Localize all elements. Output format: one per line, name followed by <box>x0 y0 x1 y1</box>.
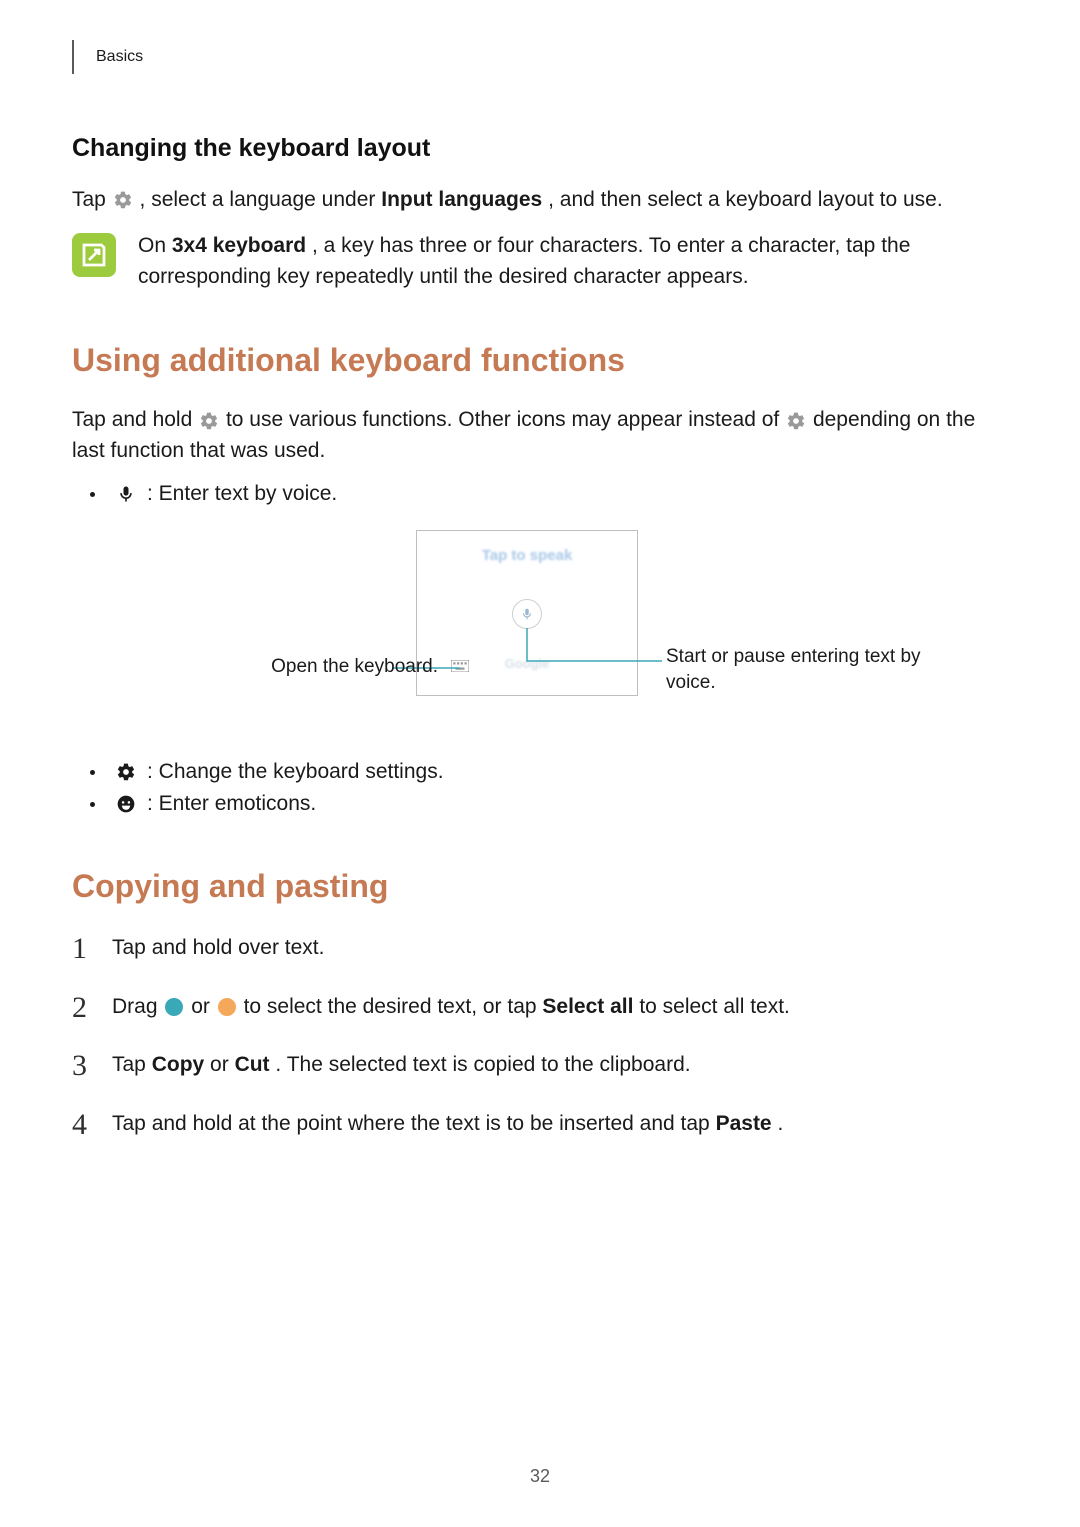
mic-icon <box>115 483 137 505</box>
bullet-voice: : Enter text by voice. <box>90 482 1008 506</box>
bullet-dot <box>90 770 95 775</box>
layout-paragraph: Tap , select a language under Input lang… <box>72 185 1008 215</box>
bullet-text: : Enter emoticons. <box>147 792 316 816</box>
text-fragment: to select all text. <box>639 995 790 1018</box>
text-fragment: or <box>210 1053 235 1076</box>
step-4: Tap and hold at the point where the text… <box>72 1109 1008 1139</box>
text-fragment: , and then select a keyboard layout to u… <box>548 188 943 211</box>
bold-paste: Paste <box>716 1112 772 1135</box>
step-3: Tap Copy or Cut . The selected text is c… <box>72 1050 1008 1080</box>
text-fragment: Tap and hold <box>72 408 198 431</box>
heading-additional-functions: Using additional keyboard functions <box>72 342 1008 379</box>
subheading-changing-layout: Changing the keyboard layout <box>72 134 1008 163</box>
gear-icon <box>198 410 220 432</box>
copy-paste-steps: Tap and hold over text. Drag or to selec… <box>72 933 1008 1139</box>
diagram-mic-button <box>512 599 542 629</box>
text-fragment: Tap <box>72 188 112 211</box>
bold-copy: Copy <box>152 1053 205 1076</box>
bullet-settings: : Change the keyboard settings. <box>90 760 1008 784</box>
text-fragment: Drag <box>112 995 163 1018</box>
bold-input-languages: Input languages <box>381 188 542 211</box>
text-fragment: . <box>777 1112 783 1135</box>
page-number: 32 <box>530 1466 550 1487</box>
bullet-text: : Enter text by voice. <box>147 482 337 506</box>
section-header: Basics <box>72 40 1008 74</box>
text-fragment: . The selected text is copied to the cli… <box>275 1053 690 1076</box>
text-fragment: , select a language under <box>140 188 382 211</box>
header-divider <box>72 40 74 74</box>
bold-select-all: Select all <box>542 995 633 1018</box>
text-fragment: to use various functions. Other icons ma… <box>226 408 785 431</box>
gear-icon <box>785 410 807 432</box>
heading-copy-paste: Copying and pasting <box>72 868 1008 905</box>
callout-open-keyboard: Open the keyboard. <box>271 656 438 678</box>
gear-icon <box>115 761 137 783</box>
smiley-icon <box>115 793 137 815</box>
step-1: Tap and hold over text. <box>72 933 1008 963</box>
note-icon <box>72 233 116 277</box>
text-fragment: Tap <box>112 1053 152 1076</box>
section-label: Basics <box>96 48 143 66</box>
note-block: On 3x4 keyboard , a key has three or fou… <box>72 231 1008 292</box>
text-fragment: or <box>191 995 216 1018</box>
diagram-screen: Tap to speak Google <box>416 530 638 696</box>
bullet-emoticons: : Enter emoticons. <box>90 792 1008 816</box>
selection-handle-end-icon <box>218 998 236 1016</box>
tap-to-speak-label: Tap to speak <box>417 547 637 564</box>
keyboard-icon <box>451 659 469 671</box>
step-text: Tap and hold over text. <box>112 936 324 959</box>
connector-line <box>527 628 667 668</box>
gear-icon <box>112 189 134 211</box>
bullet-dot <box>90 802 95 807</box>
voice-input-diagram: Tap to speak Google Open the keyboard. S… <box>72 530 1008 730</box>
bullet-text: : Change the keyboard settings. <box>147 760 444 784</box>
intro-paragraph: Tap and hold to use various functions. O… <box>72 405 1008 466</box>
text-fragment: On <box>138 234 172 257</box>
text-fragment: to select the desired text, or tap <box>244 995 543 1018</box>
step-2: Drag or to select the desired text, or t… <box>72 992 1008 1022</box>
text-fragment: Tap and hold at the point where the text… <box>112 1112 716 1135</box>
selection-handle-start-icon <box>165 998 183 1016</box>
bold-3x4: 3x4 keyboard <box>172 234 306 257</box>
bullet-dot <box>90 492 95 497</box>
bold-cut: Cut <box>235 1053 270 1076</box>
callout-start-pause-voice: Start or pause entering text by voice. <box>666 644 936 695</box>
